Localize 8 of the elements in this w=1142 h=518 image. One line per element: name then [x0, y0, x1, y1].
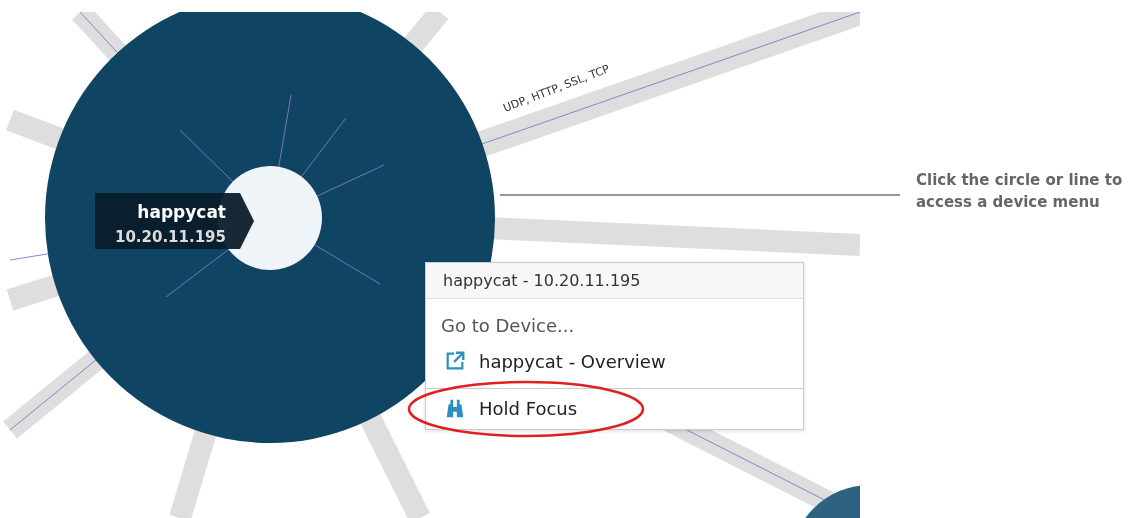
menu-item[interactable]: happycat - Overview — [426, 342, 803, 382]
device-address: 10.20.11.195 — [114, 228, 226, 246]
callout-text: Click the circle or line to access a device menu — [916, 170, 1124, 213]
menu-header: happycat - 10.20.11.195 — [426, 263, 803, 299]
device-name: happycat — [137, 202, 226, 222]
menu-item[interactable]: Hold Focus — [426, 389, 803, 429]
menu-section-label: Go to Device... — [440, 314, 576, 338]
link-label: UDP, HTTP, SSL, TCP — [501, 62, 612, 115]
